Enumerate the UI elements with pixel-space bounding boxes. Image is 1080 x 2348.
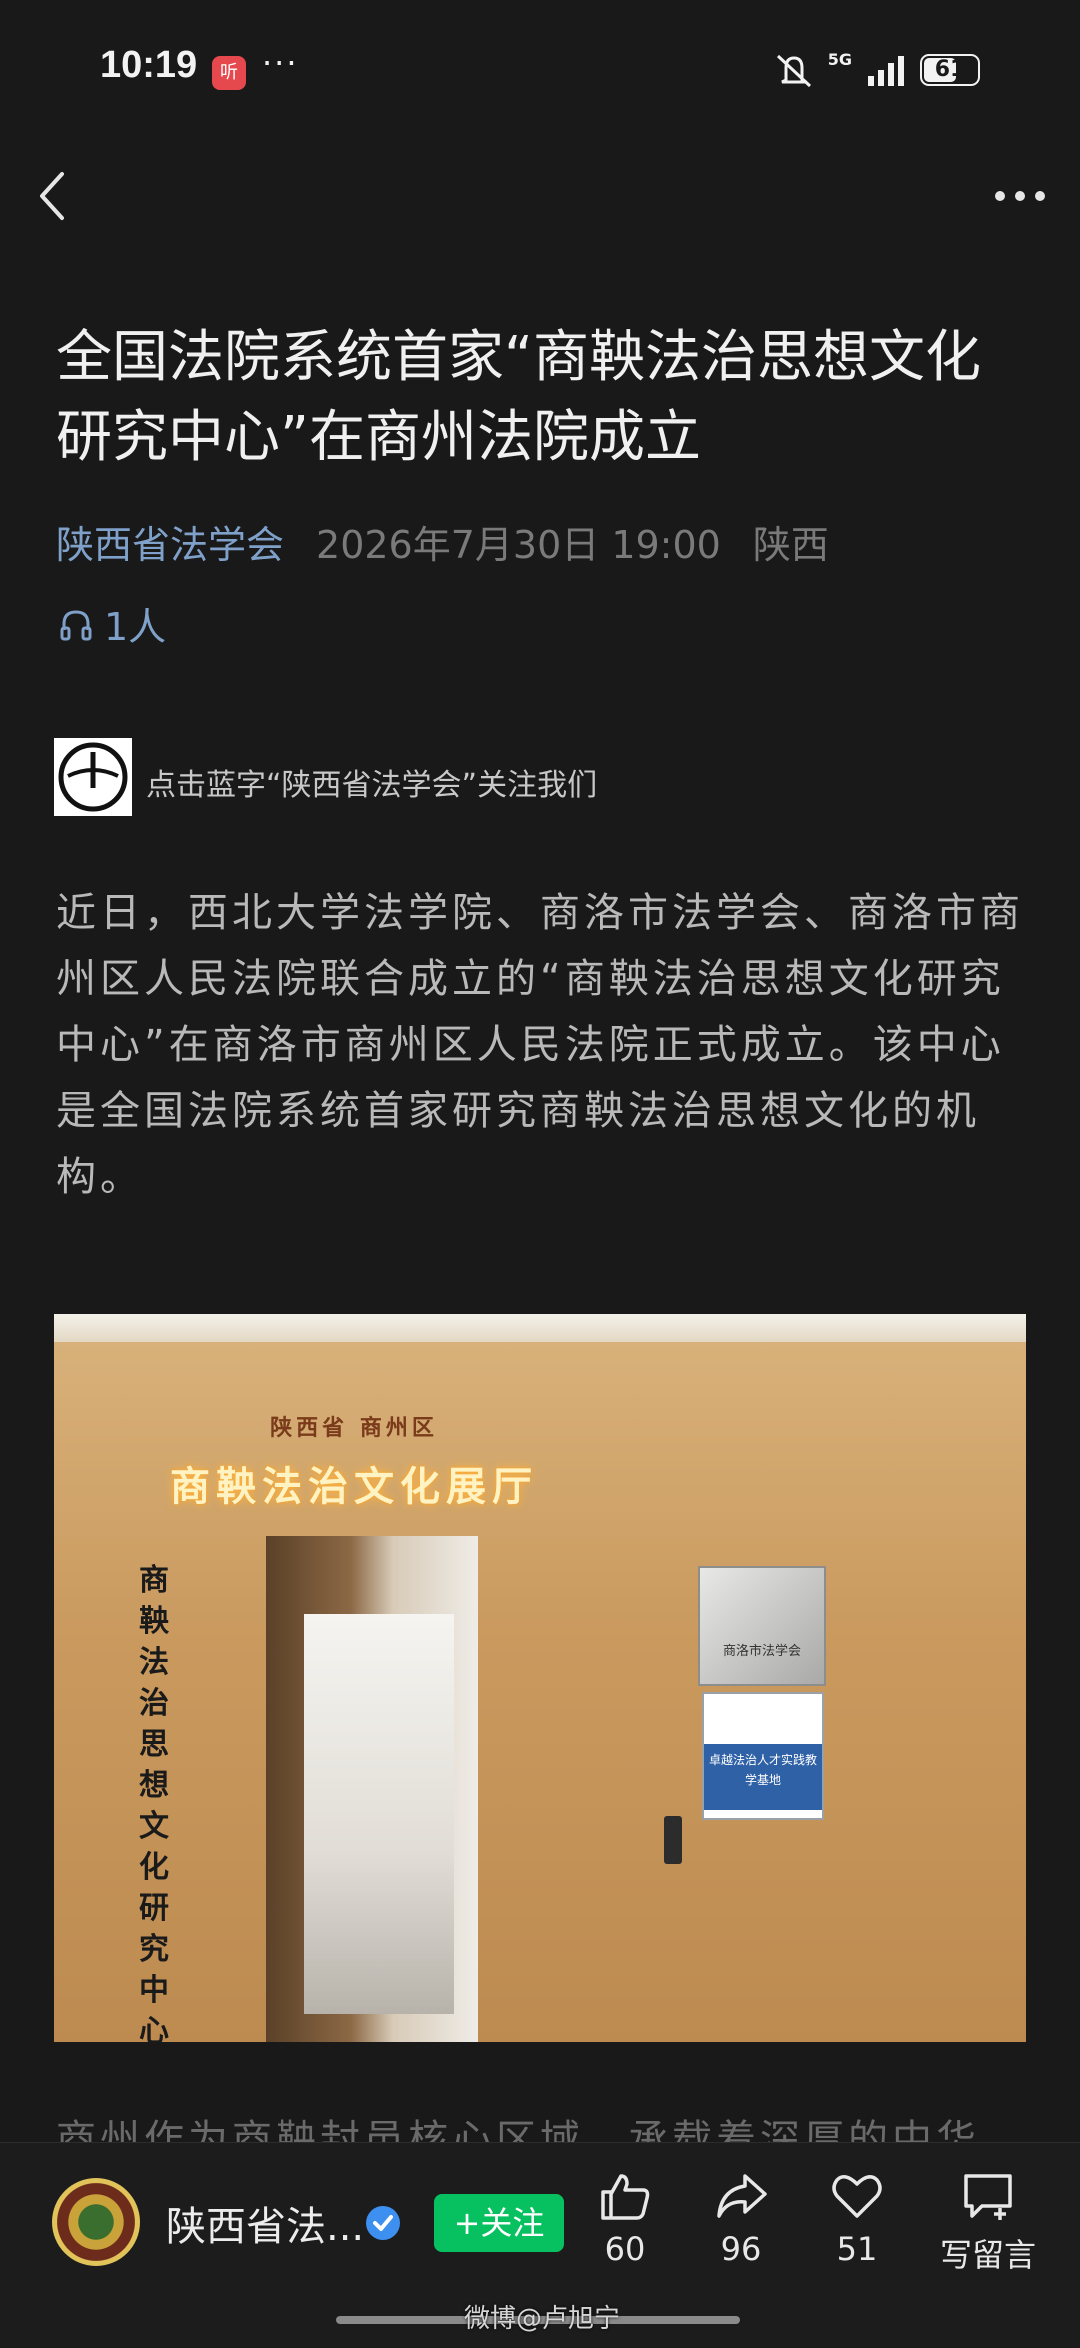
mute-icon: [776, 54, 811, 88]
like-count: 60: [604, 2230, 646, 2268]
society-logo: [54, 738, 132, 816]
photo-plaque-law-society: 商洛市法学会: [698, 1566, 826, 1686]
follow-button[interactable]: +关注: [434, 2194, 564, 2252]
thumbs-up-icon: [601, 2174, 650, 2220]
write-comment-button[interactable]: 写留言: [918, 2170, 1058, 2276]
publish-datetime: 2026年7月30日 19:00: [316, 523, 721, 567]
status-indicators: 5G 61: [774, 48, 980, 92]
photo-sign-subtitle: 陕西省 商州区: [270, 1416, 438, 1441]
article-photo[interactable]: 陕西省 商州区 商鞅法治文化展厅 商鞅法治思想文化研究中心 商洛市法学会 卓越法…: [54, 1314, 1026, 2042]
more-options-button[interactable]: [992, 176, 1048, 216]
account-name[interactable]: 陕西省法...: [166, 2194, 364, 2252]
article-meta: 陕西省法学会 2026年7月30日 19:00 陕西: [56, 514, 829, 569]
more-dots-icon: [995, 191, 1045, 201]
battery-level: 61: [934, 57, 966, 82]
article-title: 全国法院系统首家“商鞅法治思想文化研究中心”在商州法院成立: [56, 325, 982, 470]
photo-room-interior: [304, 1614, 454, 2014]
status-more-icon: ···: [262, 44, 299, 82]
listeners-indicator[interactable]: 1人: [58, 596, 166, 651]
verified-badge-icon: [366, 2206, 400, 2240]
network-type-label: 5G: [827, 50, 852, 69]
comment-add-icon: [964, 2174, 1012, 2220]
status-time: 10:19: [100, 44, 198, 86]
heart-icon: [832, 2175, 882, 2218]
back-button[interactable]: [30, 168, 80, 224]
photo-plaque-university: 卓越法治人才实践教学基地: [702, 1692, 824, 1820]
plaque-band-text: 卓越法治人才实践教学基地: [704, 1744, 822, 1810]
publish-location: 陕西: [752, 523, 829, 567]
chevron-left-icon: [40, 172, 64, 220]
share-arrow-icon: [717, 2174, 767, 2218]
plaque-text: 商洛市法学会: [722, 1644, 801, 1659]
society-emblem-icon: [58, 742, 128, 812]
checkmark-icon: [373, 2215, 393, 2231]
weibo-watermark: 微博@卢旭宁: [464, 2304, 621, 2334]
listen-app-icon: 听: [212, 56, 246, 90]
article-paragraph: 近日，西北大学法学院、商洛市法学会、商洛市商州区人民法院联合成立的“商鞅法治思想…: [56, 890, 1024, 1200]
photo-door-keypad: [664, 1816, 682, 1864]
photo-ceiling: [54, 1314, 1026, 1342]
photo-vertical-sign: 商鞅法治思想文化研究中心: [139, 1563, 169, 2042]
write-comment-label: 写留言: [939, 2236, 1036, 2274]
favorite-count: 51: [836, 2230, 878, 2268]
share-count: 96: [720, 2230, 762, 2268]
share-button[interactable]: 96: [686, 2170, 796, 2268]
like-button[interactable]: 60: [570, 2170, 680, 2268]
author-link[interactable]: 陕西省法学会: [56, 514, 284, 569]
battery-icon: 61: [920, 54, 980, 86]
follow-prompt-text[interactable]: 点击蓝字“陕西省法学会”关注我们: [146, 760, 597, 804]
photo-sign-title: 商鞅法治文化展厅: [170, 1464, 538, 1510]
favorite-button[interactable]: 51: [802, 2170, 912, 2268]
account-avatar[interactable]: [52, 2178, 140, 2266]
listeners-count: 1人: [104, 605, 167, 649]
headphones-icon: [60, 609, 92, 640]
signal-icon: [868, 56, 904, 86]
